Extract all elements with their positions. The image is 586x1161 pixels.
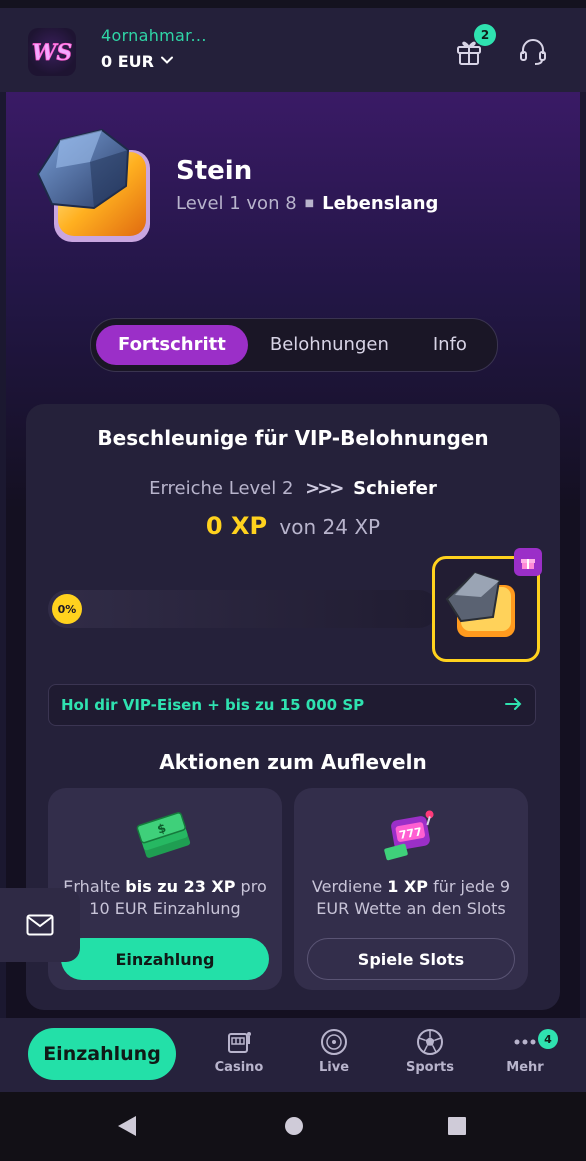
stone-level-badge xyxy=(30,122,158,250)
brand-logo[interactable]: WS xyxy=(28,28,76,76)
promo-text: Hol dir VIP-Eisen + bis zu 15 000 SP xyxy=(61,696,365,714)
actions-title: Aktionen zum Aufleveln xyxy=(159,750,427,774)
soccer-ball-icon xyxy=(416,1028,444,1056)
level-name: Stein xyxy=(176,156,253,186)
nav-live-label: Live xyxy=(318,1060,350,1075)
money-stack-icon: $ xyxy=(135,808,195,864)
slot-machine-icon: 777 xyxy=(381,808,441,864)
back-icon[interactable] xyxy=(116,1114,138,1142)
vip-iron-promo[interactable]: Hol dir VIP-Eisen + bis zu 15 000 SP xyxy=(48,684,536,726)
action-card-slots: 777 Verdiene 1 XP für jede 9 EUR Wette a… xyxy=(294,788,528,990)
tab-info[interactable]: Info xyxy=(411,325,489,365)
deposit-action-button[interactable]: Einzahlung xyxy=(61,938,269,980)
nav-sports[interactable]: Sports xyxy=(390,1028,470,1084)
android-navigation-bar xyxy=(0,1092,586,1161)
tab-rewards[interactable]: Belohnungen xyxy=(248,325,411,365)
nav-casino[interactable]: Casino xyxy=(199,1028,279,1084)
level-progress-text: Level 1 von 8 xyxy=(176,193,297,214)
more-badge: 4 xyxy=(538,1029,558,1049)
deposit-action-desc: Erhalte bis zu 23 XP pro 10 EUR Einzahlu… xyxy=(63,877,267,918)
deposit-button[interactable]: Einzahlung xyxy=(28,1028,176,1080)
nav-sports-label: Sports xyxy=(406,1060,454,1075)
play-slots-button[interactable]: Spiele Slots xyxy=(307,938,515,980)
xp-current: 0 XP xyxy=(205,512,268,540)
mail-icon[interactable] xyxy=(0,888,80,962)
headset-icon[interactable] xyxy=(516,34,550,68)
progress-card: Beschleunige für VIP-Belohnungen Erreich… xyxy=(26,404,560,1010)
vip-tabs: Fortschritt Belohnungen Info xyxy=(90,318,498,372)
gift-badge: 2 xyxy=(474,24,496,46)
logo-text: WS xyxy=(32,40,73,66)
level-subtitle: Level 1 von 8 ■ Lebenslang xyxy=(176,193,438,214)
chevron-down-icon xyxy=(160,52,174,71)
next-level-name: Schiefer xyxy=(353,478,437,499)
recents-icon[interactable] xyxy=(446,1114,468,1142)
slot-machine-icon xyxy=(225,1028,253,1056)
chevrons-right-icon: >>> xyxy=(305,478,344,499)
vip-main-content: Stein Level 1 von 8 ■ Lebenslang Fortsch… xyxy=(6,92,580,1018)
username[interactable]: 4ornahmar... xyxy=(101,26,207,45)
reach-prefix: Erreiche Level 2 xyxy=(149,478,294,499)
action-card-deposit: $ Erhalte bis zu 23 XP pro 10 EUR Einzah… xyxy=(48,788,282,990)
progress-bar xyxy=(48,590,438,628)
nav-more-label: Mehr xyxy=(506,1060,544,1075)
slots-action-desc: Verdiene 1 XP für jede 9 EUR Wette an de… xyxy=(311,877,511,918)
gift-icon xyxy=(514,548,542,576)
status-line xyxy=(0,0,586,8)
nav-casino-label: Casino xyxy=(214,1060,264,1075)
xp-total: von 24 XP xyxy=(279,515,381,539)
next-level-line: Erreiche Level 2 >>> Schiefer xyxy=(26,478,560,499)
progress-percent: 0% xyxy=(52,594,82,624)
more-dots-icon xyxy=(511,1028,539,1056)
top-header: WS 4ornahmar... 0 EUR 2 xyxy=(0,8,586,92)
roulette-icon xyxy=(320,1028,348,1056)
separator-dot: ■ xyxy=(304,198,315,209)
xp-line: 0 XP von 24 XP xyxy=(26,512,560,540)
progress-card-title: Beschleunige für VIP-Belohnungen xyxy=(97,426,489,450)
arrow-right-icon xyxy=(505,696,523,715)
nav-live[interactable]: Live xyxy=(294,1028,374,1084)
home-icon[interactable] xyxy=(283,1114,305,1142)
bottom-navigation: Einzahlung Casino Live Sports Mehr 4 xyxy=(0,1018,586,1092)
level-duration: Lebenslang xyxy=(322,193,439,214)
balance-value: 0 EUR xyxy=(101,52,154,71)
tab-progress[interactable]: Fortschritt xyxy=(96,325,248,365)
balance-selector[interactable]: 0 EUR xyxy=(101,52,174,71)
